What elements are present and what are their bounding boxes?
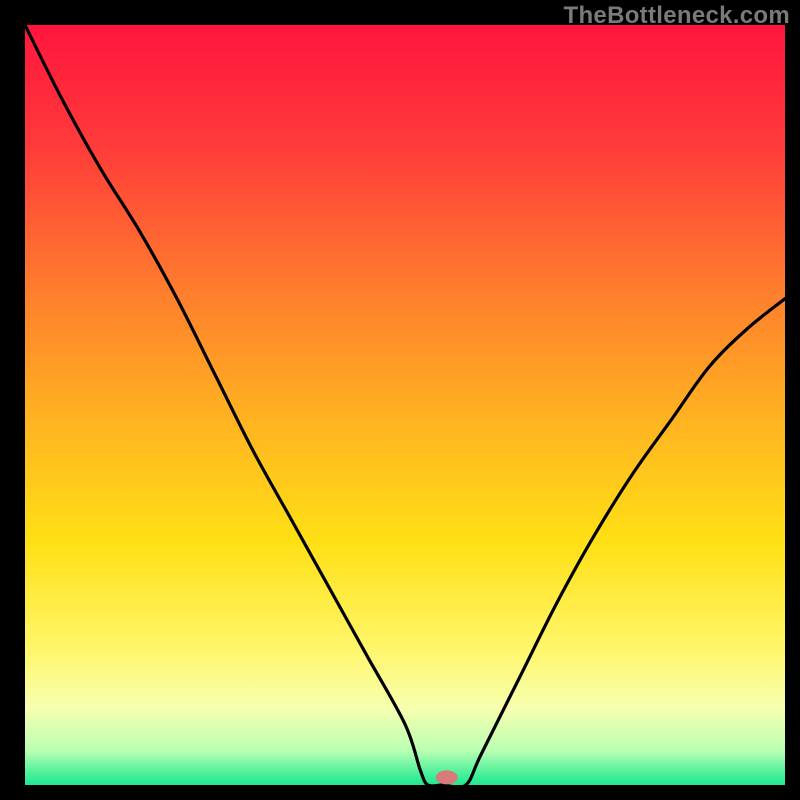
optimum-marker: [436, 770, 458, 784]
plot-background: [25, 25, 785, 785]
watermark-text: TheBottleneck.com: [564, 2, 790, 30]
bottleneck-plot: [0, 0, 800, 800]
chart-stage: TheBottleneck.com: [0, 0, 800, 800]
